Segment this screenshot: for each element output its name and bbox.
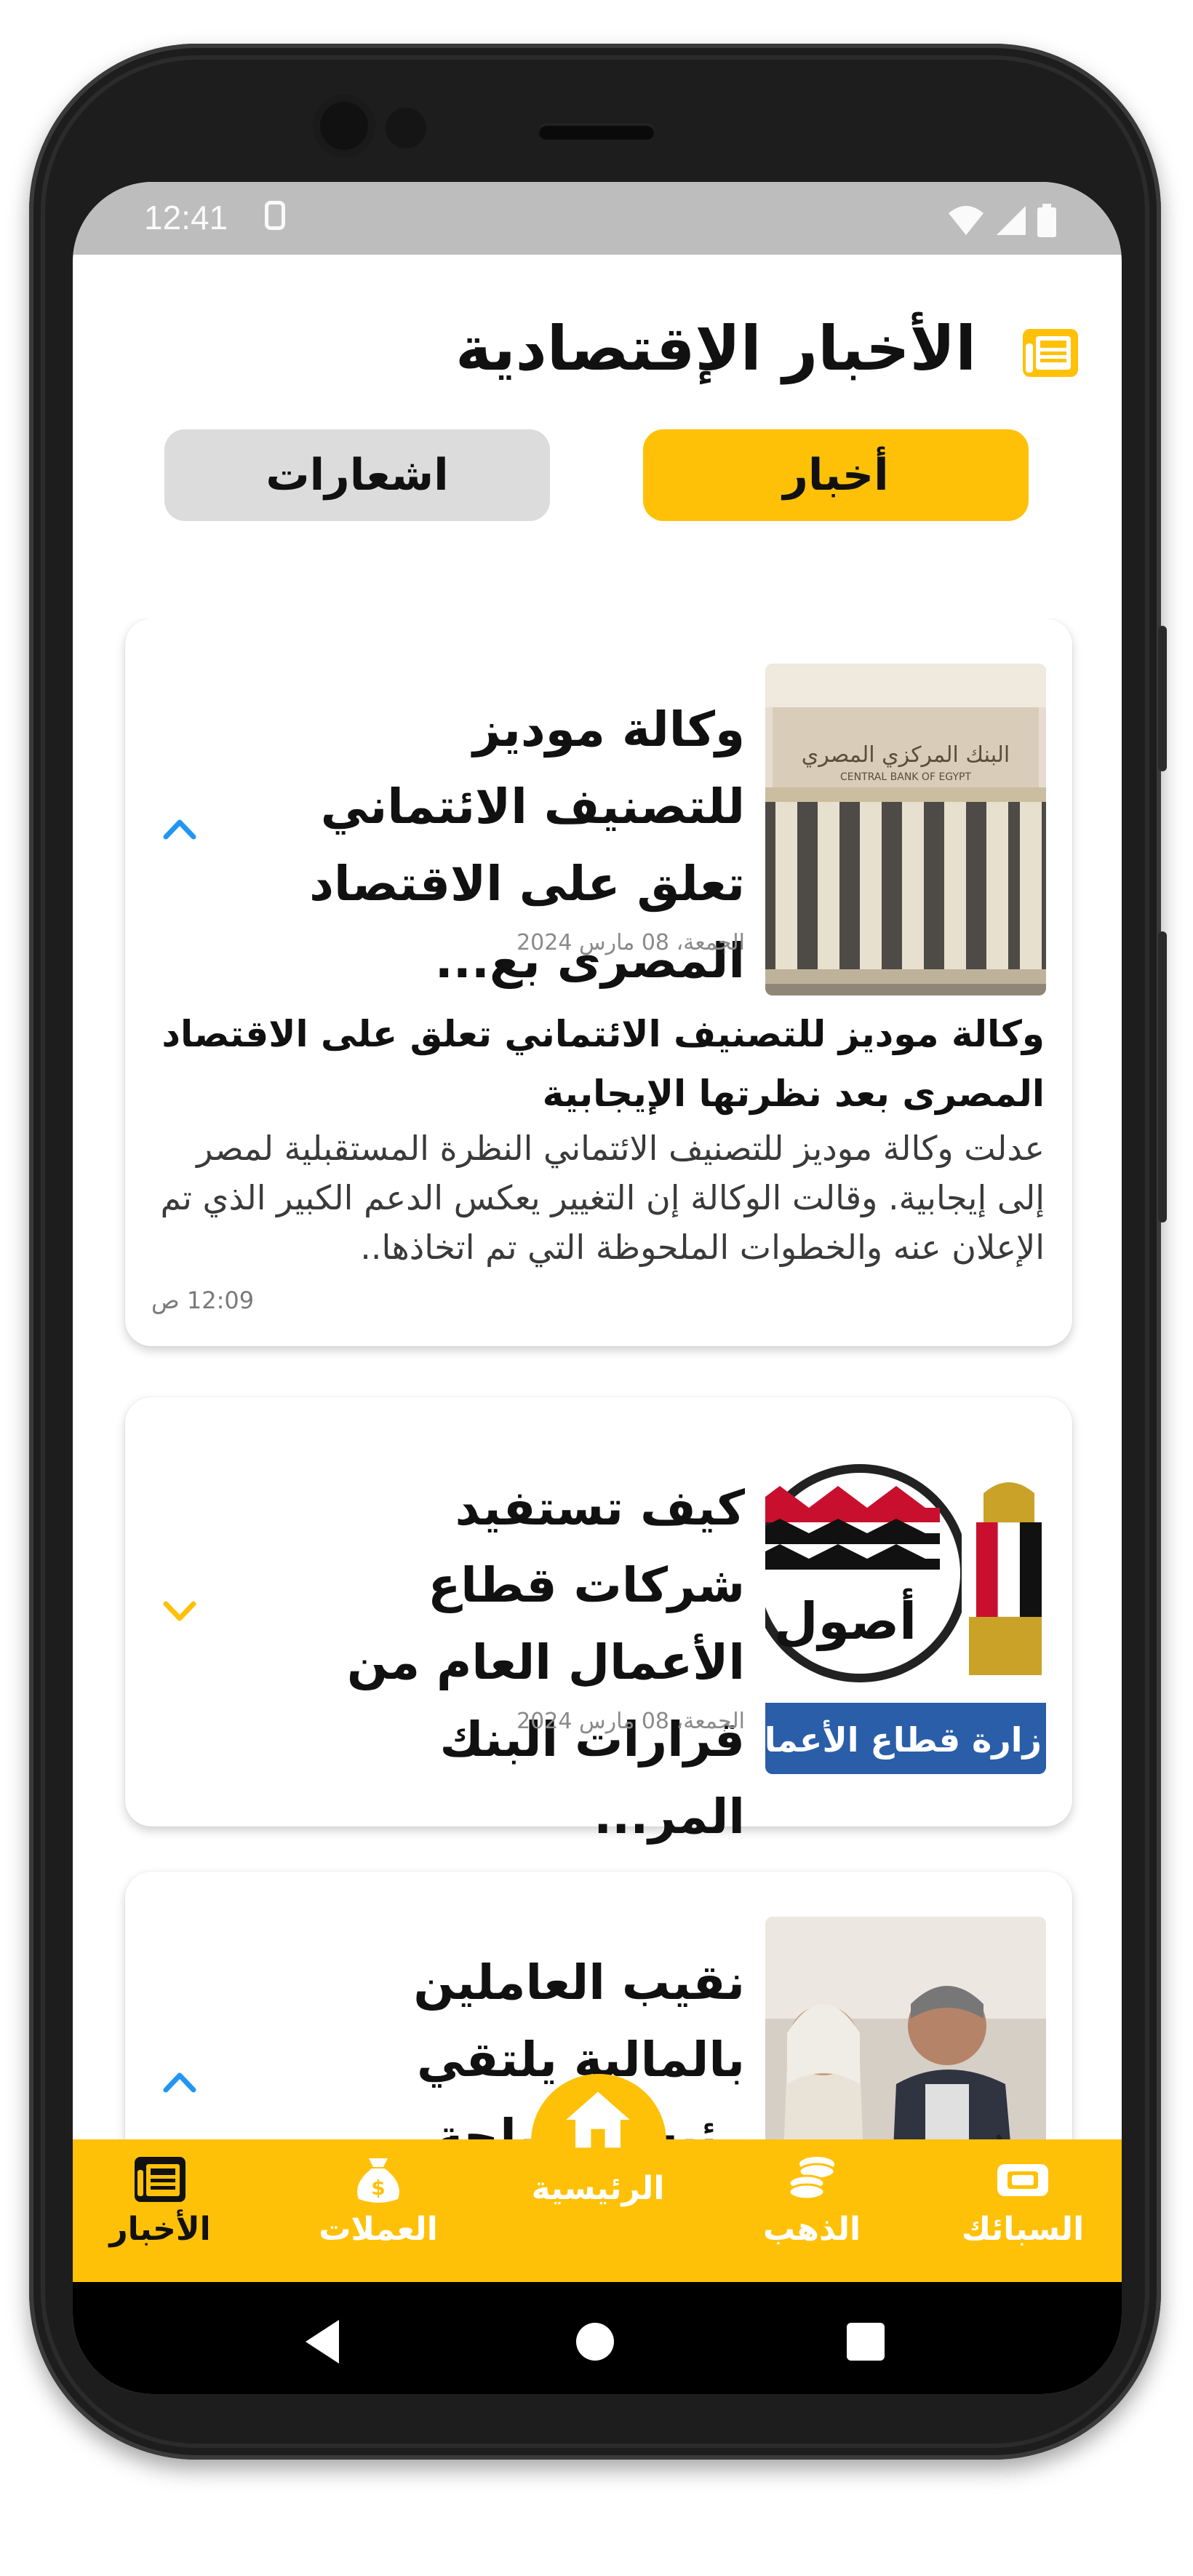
svg-text:$: $ (371, 2176, 385, 2200)
coins-icon (788, 2157, 836, 2201)
tab-bar: أخبار اشعارات (73, 429, 1122, 524)
central-bank-image: البنك المركزي المصري CENTRAL BANK OF EGY… (765, 664, 1046, 995)
wifi-icon (949, 206, 983, 235)
front-camera (313, 95, 375, 157)
recents-icon[interactable] (847, 2323, 885, 2361)
tab-news[interactable]: أخبار (643, 429, 1029, 521)
nav-label-currencies: العملات (319, 2211, 438, 2248)
camera-sensor (386, 108, 426, 148)
nav-label-news: الأخبار (109, 2211, 211, 2248)
article-body-title: وكالة موديز للتصنيف الائتماني تعلق على ا… (161, 1013, 1045, 1115)
sim-icon (265, 201, 285, 230)
chevron-up-icon[interactable] (161, 2068, 198, 2094)
nav-item-news[interactable]: الأخبار (73, 2154, 247, 2248)
tab-notifications[interactable]: اشعارات (164, 429, 550, 521)
article-date: الجمعة، 08 مارس 2024 (516, 930, 745, 955)
article-image[interactable]: البنك المركزي المصري CENTRAL BANK OF EGY… (765, 664, 1046, 995)
page-title: الأخبار الإقتصادية (455, 313, 976, 384)
status-icons (947, 204, 1056, 237)
home-icon (566, 2091, 630, 2148)
news-card[interactable]: البنك المركزي المصري CENTRAL BANK OF EGY… (125, 619, 1072, 1346)
nav-label-home: الرئيسية (531, 2170, 665, 2207)
svg-text:البنك المركزي المصري: البنك المركزي المصري (802, 742, 1010, 768)
article-body-text: عدلت وكالة موديز للتصنيف الائتماني النظر… (160, 1129, 1045, 1267)
newspaper-icon (135, 2157, 185, 2202)
back-icon[interactable] (306, 2320, 339, 2364)
news-feed[interactable]: البنك المركزي المصري CENTRAL BANK OF EGY… (73, 619, 1122, 2234)
article-title[interactable]: كيف تستفيد شركات قطاع الأعمال العام من ق… (279, 1470, 745, 1856)
app-screen: 12:41 الأخبار الإقتصادية أخبار اشعارات ا… (73, 182, 1122, 2394)
nav-item-home[interactable]: الرئيسية (511, 2088, 685, 2207)
nav-label-gold: الذهب (762, 2211, 861, 2248)
status-bar: 12:41 (73, 182, 1122, 255)
nav-item-currencies[interactable]: $ العملات (291, 2154, 466, 2248)
system-navigation-bar (73, 2282, 1122, 2394)
article-date: الجمعة، 08 مارس 2024 (516, 1709, 745, 1734)
page-header: الأخبار الإقتصادية (73, 313, 1122, 400)
side-button-power (1158, 626, 1167, 771)
article-time: 12:09 ص (151, 1287, 255, 1314)
gold-bar-icon (997, 2164, 1048, 2196)
signal-icon (997, 206, 1026, 235)
nav-item-gold[interactable]: الذهب (725, 2154, 899, 2248)
news-card[interactable]: أصول زارة قطاع الأعمال ال كيف تستفيد شرك… (125, 1397, 1072, 1845)
status-time: 12:41 (144, 199, 228, 236)
svg-text:أصول: أصول (774, 1588, 917, 1651)
nav-item-bullion[interactable]: السبائك (935, 2154, 1110, 2248)
article-image[interactable]: أصول زارة قطاع الأعمال ال (765, 1442, 1046, 1774)
ministry-logo-image: أصول زارة قطاع الأعمال ال (765, 1442, 1046, 1774)
newspaper-icon (1023, 329, 1078, 377)
chevron-up-icon[interactable] (161, 815, 198, 841)
chevron-down-icon[interactable] (161, 1598, 198, 1624)
image-caption: زارة قطاع الأعمال ال (765, 1720, 1042, 1760)
article-body: وكالة موديز للتصنيف الائتماني تعلق على ا… (143, 1004, 1045, 1272)
money-bag-icon: $ (357, 2158, 399, 2203)
nav-label-bullion: السبائك (961, 2211, 1085, 2248)
home-circle-icon[interactable] (576, 2323, 614, 2361)
earpiece-speaker (538, 124, 655, 140)
battery-icon (1037, 204, 1056, 237)
side-button-volume (1158, 931, 1167, 1223)
svg-text:CENTRAL BANK OF EGYPT: CENTRAL BANK OF EGYPT (840, 771, 971, 783)
